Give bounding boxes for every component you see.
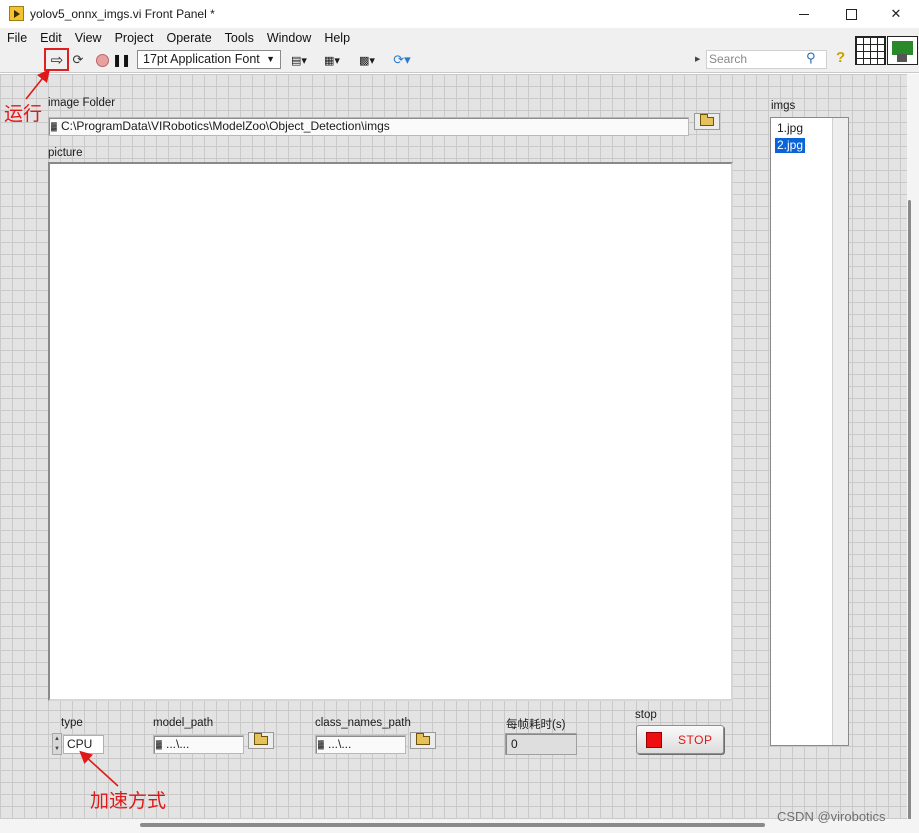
maximize-button[interactable] [828,0,874,28]
menu-operate[interactable]: Operate [166,31,211,45]
image-folder-value: C:\ProgramData\VIRobotics\ModelZoo\Objec… [61,119,390,133]
menu-bar: File Edit View Project Operate Tools Win… [0,28,919,47]
title-bar: yolov5_onnx_imgs.vi Front Panel * [0,0,919,28]
model-path-label: model_path [153,717,214,729]
menu-edit[interactable]: Edit [40,31,62,45]
font-select[interactable]: 17pt Application Font ▼ [137,50,281,69]
list-item-selected[interactable]: 2.jpg [775,138,806,153]
menu-window[interactable]: Window [267,31,311,45]
stop-label: stop [635,709,657,721]
align-objects-button[interactable]: ▤▾ [287,50,311,70]
dropdown-arrow-icon: ▼ [266,54,275,64]
class-names-path-label: class_names_path [315,717,411,729]
toolbar: ⇨ ⟳ ❚❚ 17pt Application Font ▼ ▤▾ ▦▾ ▩▾ … [0,47,919,73]
run-continuously-button[interactable]: ⟳ [69,50,87,70]
class-names-path-browse-button[interactable] [410,732,436,749]
window-title: yolov5_onnx_imgs.vi Front Panel * [30,7,215,21]
path-icon: ▓ [51,122,57,131]
class-names-path-value: ...\... [328,737,352,751]
path-icon: ▓ [156,740,162,749]
class-names-path-control[interactable]: ▓ ...\... [315,735,406,754]
model-path-value: ...\... [166,737,190,751]
watermark: CSDN @virobotics [777,809,886,824]
menu-view[interactable]: View [75,31,102,45]
type-enum[interactable]: ▲ ▼ CPU [52,733,104,755]
image-folder-browse-button[interactable] [694,113,720,130]
run-annotation: 运行 [4,103,43,125]
run-arrow-icon: ⇨ [50,52,64,69]
menu-file[interactable]: File [7,31,27,45]
menu-tools[interactable]: Tools [225,31,254,45]
image-folder-path[interactable]: ▓ C:\ProgramData\VIRobotics\ModelZoo\Obj… [48,117,689,136]
search-icon[interactable]: ⚲ [806,50,816,66]
type-label: type [61,717,83,729]
vi-icon[interactable] [887,36,918,65]
folder-icon [700,114,714,126]
stop-button[interactable]: STOP [636,725,724,754]
frame-time-label: 每帧耗时(s) [506,719,566,731]
abort-button[interactable] [93,50,111,70]
pause-button[interactable]: ❚❚ [111,50,131,70]
enum-increment-decrement[interactable]: ▲ ▼ [52,733,62,755]
horizontal-scroll-thumb[interactable] [140,823,765,827]
reorder-icon: ⟳▾ [393,52,411,67]
search-expand-icon[interactable]: ▶ [695,55,700,63]
help-icon[interactable]: ? [836,49,845,66]
menu-help[interactable]: Help [324,31,350,45]
model-path-control[interactable]: ▓ ...\... [153,735,244,754]
type-value[interactable]: CPU [63,735,104,754]
picture-label: picture [48,147,83,159]
font-select-value: 17pt Application Font [143,52,260,66]
align-icon: ▤▾ [291,54,307,67]
abort-icon [95,53,109,67]
resize-icon: ▩▾ [359,54,375,67]
list-item[interactable]: 1.jpg [775,121,805,136]
run-button[interactable]: ⇨ [47,50,67,70]
path-icon: ▓ [318,740,324,749]
frame-time-indicator: 0 [505,733,577,755]
pause-icon: ❚❚ [111,53,131,67]
stop-button-text: STOP [678,733,713,747]
labview-vi-icon [9,6,24,21]
listbox-scrollbar[interactable] [832,118,848,745]
distribute-icon: ▦▾ [324,54,340,67]
minimize-button[interactable] [781,0,827,28]
vertical-scroll-thumb[interactable] [908,200,911,820]
run-continuously-icon: ⟳ [72,52,84,67]
connector-pane[interactable] [855,36,886,65]
reorder-button[interactable]: ⟳▾ [389,50,415,70]
distribute-objects-button[interactable]: ▦▾ [319,50,345,70]
folder-icon [254,733,268,745]
imgs-label: imgs [771,100,796,112]
menu-project[interactable]: Project [115,31,154,45]
accel-annotation: 加速方式 [90,790,167,812]
model-path-browse-button[interactable] [248,732,274,749]
resize-objects-button[interactable]: ▩▾ [353,50,381,70]
stop-square-icon [646,732,662,748]
folder-icon [416,733,430,745]
picture-display [48,162,733,701]
image-folder-label: image Folder [48,97,116,109]
close-button[interactable] [873,0,919,28]
imgs-listbox[interactable]: 1.jpg 2.jpg [770,117,849,746]
